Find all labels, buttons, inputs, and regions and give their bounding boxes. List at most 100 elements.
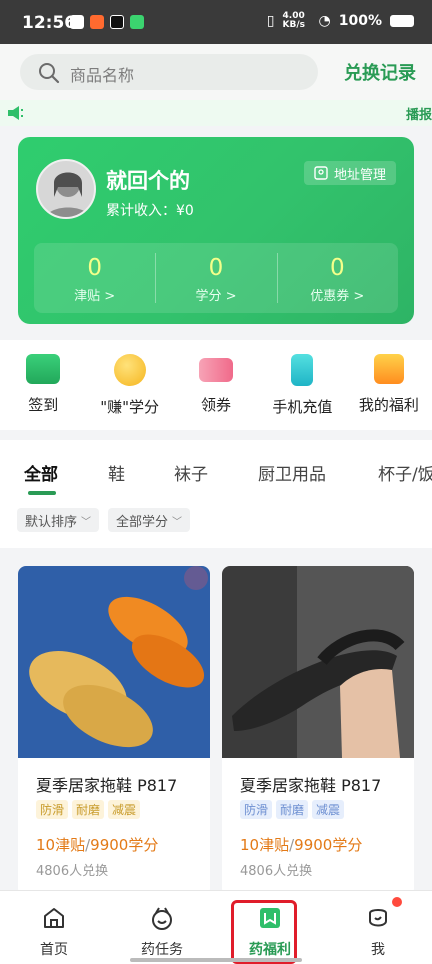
quick-action-my-welfare[interactable]: 我的福利 (346, 340, 432, 430)
nav-label: 首页 (40, 942, 68, 958)
nav-label: 我 (371, 942, 385, 958)
avatar-placeholder-icon (45, 172, 91, 217)
ticket-icon (199, 358, 234, 382)
credit-filter-label: 全部学分 (116, 514, 169, 530)
phone-icon (291, 354, 314, 386)
tab-shoes[interactable]: 鞋 (108, 460, 125, 485)
stat-value: 0 (330, 255, 345, 281)
product-tag: 减震 (108, 800, 141, 819)
gesture-bar (130, 958, 302, 962)
stat-label: 优惠券 > (310, 289, 365, 304)
filter-row: 默认排序 ﹀ 全部学分 ﹀ (0, 496, 432, 548)
quick-action-label: 领券 (201, 396, 232, 414)
nav-task[interactable]: 药任务 (108, 891, 216, 964)
address-management-label: 地址管理 (333, 167, 386, 183)
product-price: 10津贴/9900学分 (36, 834, 158, 855)
tab-socks[interactable]: 袜子 (174, 460, 208, 485)
search-bar[interactable]: 商品名称 (20, 54, 318, 90)
product-price: 10津贴/9900学分 (240, 834, 362, 855)
chevron-down-icon: ﹀ (81, 516, 92, 528)
announcement-bar[interactable]: 播报 (0, 100, 432, 126)
product-image (222, 566, 414, 758)
me-icon (369, 909, 387, 927)
nav-label: 药任务 (141, 942, 183, 958)
notification-icon (70, 15, 84, 29)
quick-action-earn-credits[interactable]: "赚"学分 (86, 340, 172, 430)
home-icon (44, 908, 64, 928)
app-root: 12:56 ▯ 4.00 KB/s ◔ 100% 商品名称 兑换记录 播报 就回… (0, 0, 432, 964)
product-tag: 防滑 (240, 800, 273, 819)
product-tag: 防滑 (36, 800, 69, 819)
selection-highlight (231, 900, 297, 964)
product-card[interactable]: 夏季居家拖鞋 P817 防滑 耐磨 减震 10津贴/9900学分 4806人兑换 (222, 566, 414, 896)
product-title: 夏季居家拖鞋 P817 (240, 776, 382, 795)
tab-kitchen-bath[interactable]: 厨卫用品 (258, 460, 326, 485)
status-notification-icons (70, 15, 144, 29)
price-allowance: 10津贴 (240, 836, 290, 854)
product-title: 夏季居家拖鞋 P817 (36, 776, 178, 795)
quick-actions: 签到 "赚"学分 领券 手机充值 我的福利 (0, 340, 432, 430)
search-placeholder: 商品名称 (70, 66, 135, 85)
search-icon (39, 63, 60, 84)
quick-action-label: "赚"学分 (100, 398, 160, 416)
product-tag: 减震 (312, 800, 345, 819)
notification-icon (90, 15, 104, 29)
stat-label: 学分 > (195, 289, 237, 304)
user-card: 就回个的 累计收入：¥0 地址管理 0 津贴 > 0 学分 > 0 优惠券 > (18, 137, 414, 324)
avatar[interactable] (36, 159, 96, 219)
stat-credits[interactable]: 0 学分 > (155, 243, 276, 313)
address-management-button[interactable]: 地址管理 (303, 161, 396, 185)
price-allowance: 10津贴 (36, 836, 86, 854)
product-tags: 防滑 耐磨 减震 (240, 800, 345, 819)
status-right: ▯ 4.00 KB/s ◔ 100% (267, 12, 414, 30)
notification-icon (130, 15, 144, 29)
announcement-text: 播报 (405, 108, 432, 123)
sort-label: 默认排序 (25, 514, 78, 530)
user-name: 就回个的 (106, 169, 190, 193)
stat-value: 0 (87, 255, 102, 281)
stat-allowance[interactable]: 0 津贴 > (34, 243, 155, 313)
quick-action-signin[interactable]: 签到 (0, 340, 86, 430)
bottom-nav: 首页 药任务 药福利 我 (0, 890, 432, 964)
product-card[interactable]: 夏季居家拖鞋 P817 防滑 耐磨 减震 10津贴/9900学分 4806人兑换 (18, 566, 210, 896)
sort-dropdown[interactable]: 默认排序 ﹀ (17, 508, 100, 532)
tab-indicator (28, 491, 56, 495)
tab-all[interactable]: 全部 (24, 460, 58, 485)
gift-icon (373, 354, 404, 384)
stat-label: 津贴 > (74, 289, 116, 304)
wifi-icon: ◔ (318, 13, 331, 29)
product-tag: 耐磨 (276, 800, 309, 819)
task-icon (152, 907, 172, 930)
stat-value: 0 (208, 255, 224, 281)
notification-dot (392, 897, 402, 907)
top-header: 商品名称 兑换记录 (0, 44, 432, 100)
product-sold-count: 4806人兑换 (240, 864, 313, 879)
coin-icon (113, 354, 146, 386)
status-time: 12:56 (22, 13, 77, 33)
vibrate-icon: ▯ (266, 13, 275, 29)
speaker-icon (8, 106, 23, 120)
product-sold-count: 4806人兑换 (36, 864, 109, 879)
signin-icon (26, 354, 61, 384)
product-tag: 耐磨 (72, 800, 105, 819)
chevron-down-icon: ﹀ (172, 516, 183, 528)
credit-filter-dropdown[interactable]: 全部学分 ﹀ (108, 508, 191, 532)
nav-home[interactable]: 首页 (0, 891, 108, 964)
quick-action-coupon[interactable]: 领券 (173, 340, 259, 430)
quick-action-label: 签到 (28, 396, 59, 414)
quick-action-phone-topup[interactable]: 手机充值 (259, 340, 345, 430)
price-credit: 9900学分 (90, 836, 159, 854)
category-tabs: 全部 鞋 袜子 厨卫用品 杯子/饭 (0, 440, 432, 496)
nav-me[interactable]: 我 (324, 891, 432, 964)
price-credit: 9900学分 (294, 836, 363, 854)
notification-icon (110, 15, 124, 29)
product-tags: 防滑 耐磨 减震 (36, 800, 141, 819)
net-speed: 4.00 KB/s (282, 11, 305, 30)
battery-text: 100% (338, 13, 382, 29)
location-icon (314, 166, 328, 180)
quick-action-label: 手机充值 (272, 398, 333, 416)
exchange-record-link[interactable]: 兑换记录 (344, 59, 416, 85)
stat-coupons[interactable]: 0 优惠券 > (276, 243, 398, 313)
tab-cups[interactable]: 杯子/饭 (378, 460, 432, 485)
total-income: 累计收入：¥0 (106, 203, 194, 219)
